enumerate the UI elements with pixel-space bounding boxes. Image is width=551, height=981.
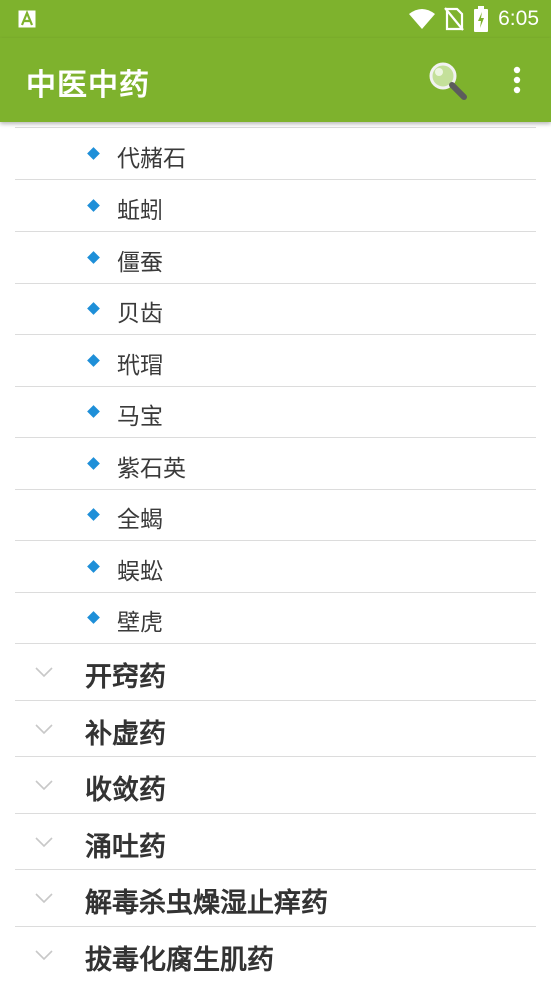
item-label: 紫石英 — [117, 456, 186, 482]
bullet-diamond-icon — [87, 302, 100, 315]
bullet-diamond-icon — [87, 611, 100, 624]
search-button[interactable] — [424, 58, 470, 104]
bullet-diamond-icon — [87, 508, 100, 521]
item-label: 贝齿 — [117, 301, 163, 327]
category-group-row[interactable]: 拔毒化腐生肌药 — [15, 927, 536, 981]
page-title: 中医中药 — [26, 68, 150, 103]
group-label: 补虚药 — [85, 718, 166, 750]
list-item[interactable]: 全蝎 — [15, 489, 536, 541]
list-item[interactable]: 壁虎 — [15, 592, 536, 644]
chevron-down-icon — [35, 949, 53, 960]
battery-charging-icon — [474, 6, 489, 32]
item-label: 蜈蚣 — [117, 559, 163, 585]
item-label: 蚯蚓 — [117, 198, 163, 224]
chevron-down-icon — [35, 836, 53, 847]
more-vert-icon — [513, 66, 521, 94]
category-group-row[interactable]: 开窍药 — [15, 644, 536, 701]
bullet-diamond-icon — [87, 405, 100, 418]
search-icon — [429, 62, 467, 100]
item-label: 僵蚕 — [117, 250, 163, 276]
list-item[interactable]: 蚯蚓 — [15, 180, 536, 232]
status-bar: 6:05 — [0, 0, 551, 38]
item-label: 代赭石 — [117, 146, 186, 172]
app-notification-icon — [18, 10, 36, 32]
list-item[interactable]: 紫石英 — [15, 438, 536, 490]
bullet-diamond-icon — [87, 251, 100, 264]
herb-category-list: 代赭石 蚯蚓 僵蚕 贝齿 玳瑁 马宝 紫石英 全蝎 蜈蚣 壁虎 开窍药 补虚药 … — [0, 122, 551, 981]
category-group-row[interactable]: 收敛药 — [15, 757, 536, 814]
status-clock: 6:05 — [498, 7, 539, 30]
chevron-down-icon — [35, 667, 53, 678]
category-group-row[interactable]: 补虚药 — [15, 701, 536, 757]
chevron-down-icon — [35, 780, 53, 791]
bullet-diamond-icon — [87, 457, 100, 470]
item-label: 全蝎 — [117, 507, 163, 533]
bullet-diamond-icon — [87, 560, 100, 573]
list-item[interactable]: 马宝 — [15, 386, 536, 438]
category-group-row[interactable]: 涌吐药 — [15, 814, 536, 870]
app-bar: 中医中药 — [0, 38, 551, 122]
item-label: 壁虎 — [117, 610, 163, 636]
overflow-menu-button[interactable] — [502, 60, 532, 104]
group-label: 拔毒化腐生肌药 — [85, 944, 274, 976]
item-label: 马宝 — [117, 404, 163, 430]
list-item[interactable]: 玳瑁 — [15, 335, 536, 387]
item-label: 玳瑁 — [117, 353, 163, 379]
group-label: 收敛药 — [85, 775, 166, 806]
chevron-down-icon — [35, 723, 53, 734]
list-item[interactable]: 僵蚕 — [15, 232, 536, 284]
group-label: 开窍药 — [85, 662, 166, 693]
wifi-icon — [408, 8, 436, 30]
list-item[interactable]: 贝齿 — [15, 283, 536, 335]
bullet-diamond-icon — [87, 147, 100, 160]
list-item[interactable]: 代赭石 — [15, 128, 536, 180]
category-group-row[interactable]: 解毒杀虫燥湿止痒药 — [15, 870, 536, 927]
bullet-diamond-icon — [87, 354, 100, 367]
no-sim-icon — [444, 7, 464, 31]
group-label: 解毒杀虫燥湿止痒药 — [85, 888, 328, 919]
chevron-down-icon — [35, 893, 53, 904]
bullet-diamond-icon — [87, 199, 100, 212]
list-item[interactable]: 蜈蚣 — [15, 541, 536, 593]
group-label: 涌吐药 — [85, 831, 166, 863]
